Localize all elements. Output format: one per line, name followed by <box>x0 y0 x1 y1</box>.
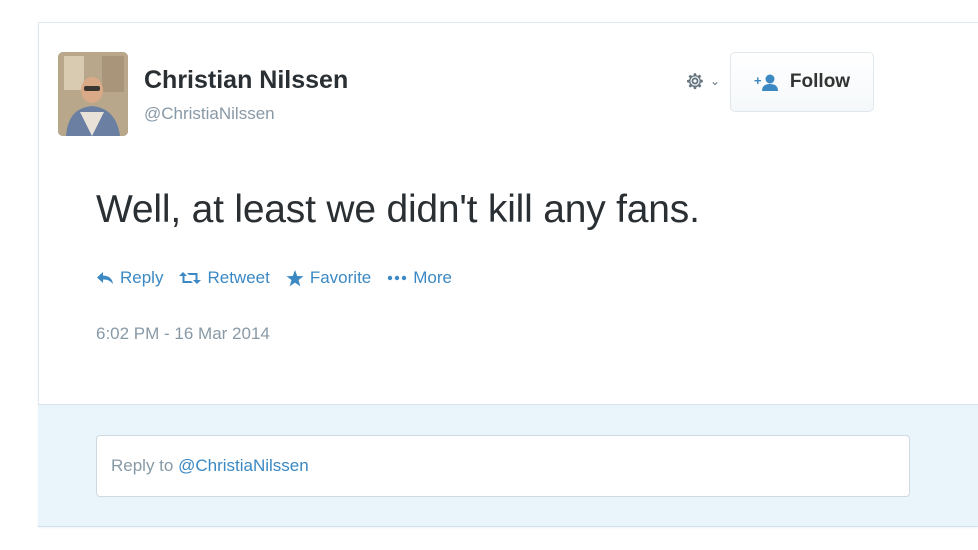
tweet-header: Christian Nilssen @ChristiaNilssen ⌄ + F… <box>58 52 878 142</box>
reply-icon <box>97 272 113 284</box>
favorite-label: Favorite <box>309 268 372 287</box>
follow-user-icon: + <box>754 72 780 92</box>
tweet-timestamp[interactable]: 6:02 PM - 16 Mar 2014 <box>96 324 270 344</box>
retweet-action[interactable]: Retweet <box>179 268 270 288</box>
author-name[interactable]: Christian Nilssen <box>144 66 348 95</box>
avatar-photo <box>58 52 128 136</box>
more-action[interactable]: More <box>387 268 452 288</box>
more-label: More <box>413 268 452 287</box>
author-handle[interactable]: @ChristiaNilssen <box>144 104 275 124</box>
tweet-text: Well, at least we didn't kill any fans. <box>96 188 700 231</box>
tweet-actions: Reply Retweet Favorite More <box>96 268 452 288</box>
settings-menu[interactable]: ⌄ <box>684 70 720 92</box>
favorite-action[interactable]: Favorite <box>286 268 371 288</box>
more-dots-icon <box>388 275 407 281</box>
chevron-down-icon: ⌄ <box>710 74 721 88</box>
gear-icon <box>687 73 703 90</box>
star-icon <box>286 269 304 286</box>
svg-text:+: + <box>754 73 762 88</box>
avatar[interactable] <box>58 52 128 136</box>
reply-input[interactable]: Reply to @ChristiaNilssen <box>96 435 910 497</box>
retweet-label: Retweet <box>207 268 270 287</box>
reply-prefix: Reply to <box>111 456 179 475</box>
reply-label: Reply <box>120 268 164 287</box>
reply-area: Reply to @ChristiaNilssen <box>38 404 978 527</box>
follow-label: Follow <box>789 71 851 92</box>
reply-mention: @ChristiaNilssen <box>178 456 309 475</box>
follow-button[interactable]: + Follow <box>730 52 874 112</box>
retweet-icon <box>179 272 202 284</box>
reply-action[interactable]: Reply <box>96 268 163 288</box>
